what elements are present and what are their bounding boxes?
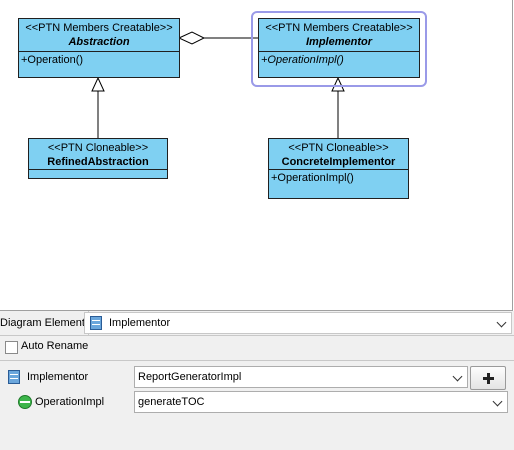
element-select[interactable]: Implementor [84,312,512,334]
operation-icon-bar [20,401,30,403]
aggregation-diamond [177,31,206,45]
concrete-implementor-stereotype: <<PTN Cloneable>> [288,142,389,154]
mapping-label-operation: OperationImpl [35,396,105,408]
concrete-implementor-operation: +OperationImpl() [271,172,354,184]
chevron-down-icon [492,396,503,407]
concrete-implementor-separator [269,169,408,170]
implementor-combo-value: ReportGeneratorImpl [138,371,242,383]
add-button[interactable] [470,366,506,390]
mapping-row-operation: OperationImpl generateTOC [0,391,514,415]
plus-icon-vertical [487,373,490,384]
panel-tab-bar: Diagram Element Implementor [0,311,514,336]
generalization-arrowhead [91,76,105,92]
operation-combo[interactable]: generateTOC [134,391,508,413]
implementor-stereotype: <<PTN Members Creatable>> [265,22,413,34]
concrete-implementor-name: ConcreteImplementor [281,156,396,168]
auto-rename-label[interactable]: Auto Rename [21,340,88,352]
mapping-row-implementor: Implementor ReportGeneratorImpl [0,366,514,390]
panel-divider [0,360,514,361]
auto-rename-checkbox[interactable] [5,341,18,354]
implementor-name: Implementor [305,36,372,48]
class-implementor[interactable]: <<PTN Members Creatable>> Implementor +O… [258,18,420,78]
chevron-down-icon [496,317,507,328]
abstraction-stereotype: <<PTN Members Creatable>> [25,22,173,34]
abstraction-separator [19,51,179,52]
auto-rename-row: Auto Rename [0,336,514,360]
class-refined-abstraction[interactable]: <<PTN Cloneable>> RefinedAbstraction [28,138,168,179]
refined-abstraction-name: RefinedAbstraction [47,156,149,168]
implementor-separator [259,51,419,52]
refined-abstraction-separator [29,169,167,170]
element-select-value: Implementor [109,317,171,329]
properties-panel: Diagram Element Implementor Auto Rename … [0,311,514,450]
class-icon [8,370,20,384]
tab-diagram-element[interactable]: Diagram Element [0,311,89,335]
class-icon [90,316,102,330]
chevron-down-icon [452,371,463,382]
diagram-canvas[interactable]: <<PTN Members Creatable>> Abstraction +O… [0,0,513,311]
mapping-label-implementor: Implementor [27,371,89,383]
abstraction-name: Abstraction [68,36,130,48]
class-abstraction[interactable]: <<PTN Members Creatable>> Abstraction +O… [18,18,180,78]
operation-combo-value: generateTOC [138,396,205,408]
refined-abstraction-stereotype: <<PTN Cloneable>> [47,142,149,154]
operation-icon [18,395,32,409]
class-concrete-implementor[interactable]: <<PTN Cloneable>> ConcreteImplementor +O… [268,138,409,199]
abstraction-operation: +Operation() [21,54,84,66]
implementor-operation: +OperationImpl() [261,54,344,66]
implementor-combo[interactable]: ReportGeneratorImpl [134,366,468,388]
